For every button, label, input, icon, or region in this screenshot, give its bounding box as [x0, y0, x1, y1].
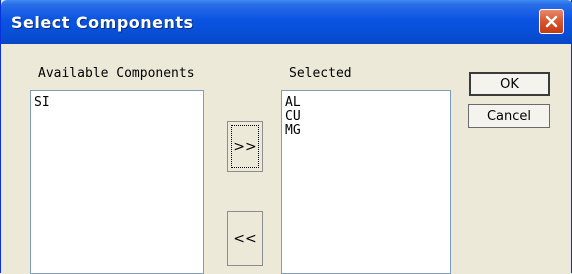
list-item[interactable]: CU	[282, 110, 450, 124]
cancel-button[interactable]: Cancel	[468, 104, 550, 128]
available-components-list[interactable]: SI	[30, 90, 204, 274]
add-component-button[interactable]: >>	[227, 121, 263, 172]
ok-button[interactable]: OK	[469, 72, 550, 96]
list-item[interactable]: MG	[282, 124, 450, 138]
list-item[interactable]: AL	[282, 96, 450, 110]
close-icon	[545, 15, 558, 28]
title-bar[interactable]: Select Components	[1, 0, 572, 44]
dialog-title: Select Components	[11, 13, 194, 32]
close-button[interactable]	[539, 9, 564, 34]
selected-components-label: Selected	[289, 66, 352, 81]
remove-component-button[interactable]: <<	[227, 211, 263, 266]
selected-components-list[interactable]: AL CU MG	[281, 90, 451, 274]
list-item[interactable]: SI	[31, 96, 203, 110]
select-components-dialog: Select Components Available Components S…	[0, 0, 572, 274]
available-components-label: Available Components	[38, 66, 195, 81]
